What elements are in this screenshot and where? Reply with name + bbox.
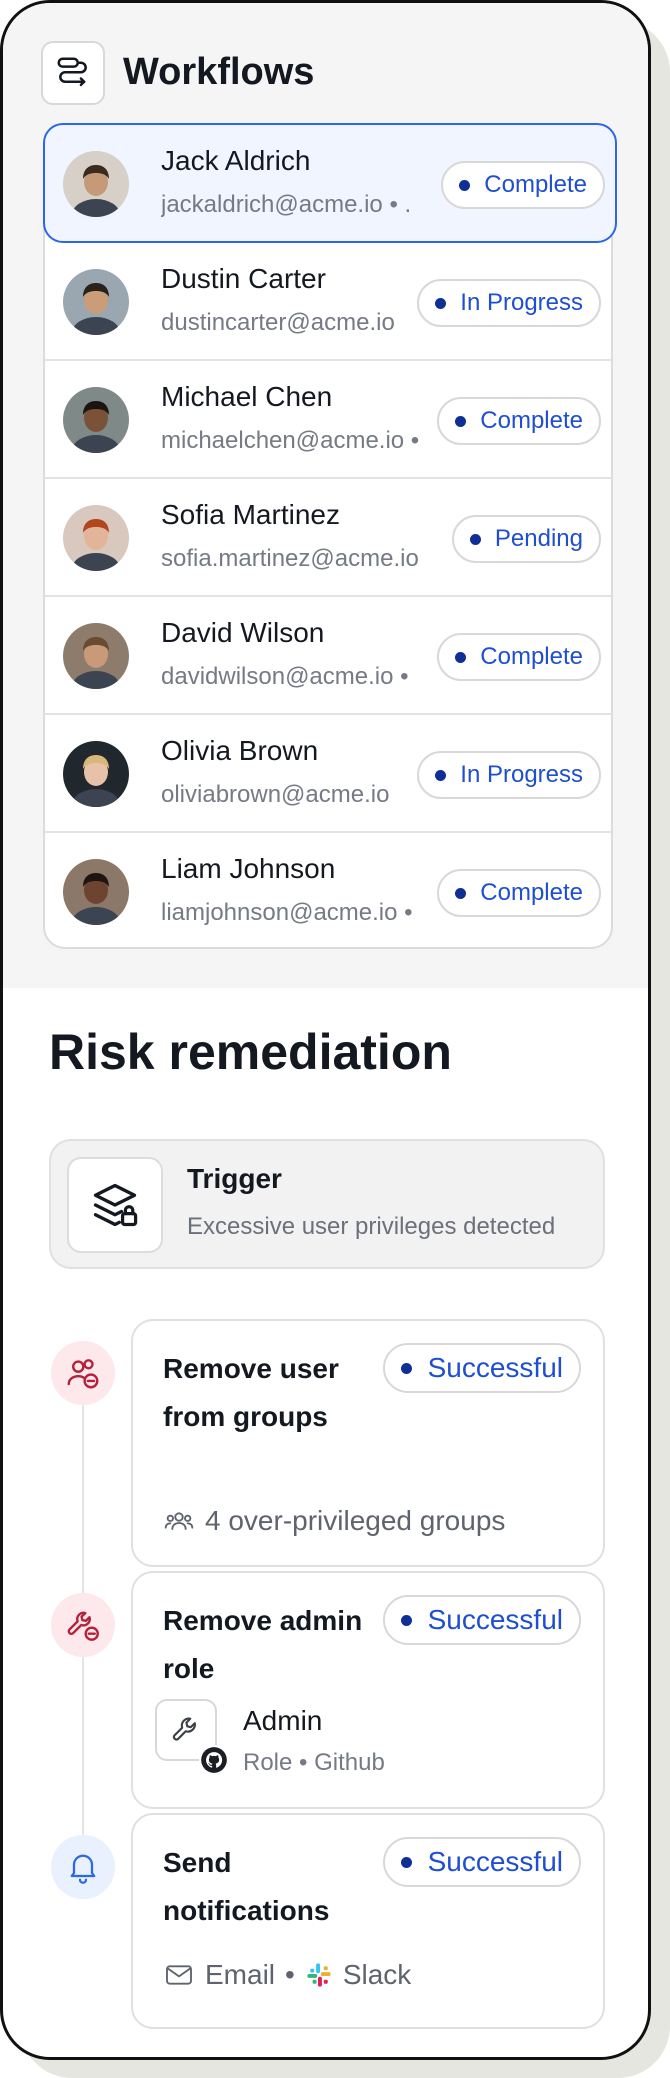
step-title: Remove user from groups: [163, 1353, 339, 1432]
status-text: Complete: [480, 407, 583, 434]
user-email: oliviabrown@acme.io: [161, 781, 390, 808]
avatar: [63, 623, 129, 689]
users-icon: [164, 1512, 194, 1530]
user-name: Olivia Brown: [161, 735, 319, 766]
remove-role-icon: [51, 1593, 115, 1657]
status-dot: [469, 533, 481, 545]
user-email: michaelchen@acme.io •: [161, 427, 420, 454]
status-badge: Successful: [382, 1343, 581, 1393]
app-frame: Workflows Jack Aldrich jackaldrich@acme.i…: [0, 0, 651, 2060]
trigger-title: Trigger: [187, 1163, 282, 1194]
bell-icon: [51, 1835, 115, 1899]
user-email: dustincarter@acme.io: [161, 309, 395, 336]
workflow-row[interactable]: Liam Johnson liamjohnson@acme.io • Complet…: [45, 833, 611, 951]
page-title: Workflows: [123, 51, 315, 93]
status-text: Complete: [480, 643, 583, 670]
workflow-row[interactable]: Olivia Brown oliviabrown@acme.io In Progre…: [45, 715, 611, 833]
status-badge: Complete: [441, 161, 605, 209]
status-text: Complete: [484, 171, 587, 198]
status-badge: Complete: [437, 397, 601, 445]
step-title: Remove admin role: [163, 1605, 363, 1684]
status-dot: [459, 179, 471, 191]
status-text: Successful: [427, 1846, 563, 1877]
workflows-section: Workflows Jack Aldrich jackaldrich@acme.i…: [3, 3, 648, 988]
workflow-row[interactable]: David Wilson davidwilson@acme.io • Complet…: [45, 597, 611, 715]
workflow-row[interactable]: Jack Aldrich jackaldrich@acme.io • . Compl…: [43, 123, 617, 243]
avatar: [63, 505, 129, 571]
status-badge: Pending: [451, 515, 601, 563]
avatar: [63, 151, 129, 217]
email-icon: [166, 1965, 192, 1985]
risk-title: Risk remediation: [49, 1024, 452, 1080]
user-name: Sofia Martinez: [161, 499, 340, 530]
groups-meta: 4 over-privileged groups: [163, 1505, 505, 1537]
user-name: Dustin Carter: [161, 263, 326, 294]
status-badge: Successful: [382, 1837, 581, 1887]
user-email: liamjohnson@acme.io •: [161, 899, 413, 926]
slack-icon: [307, 1963, 331, 1987]
status-text: Successful: [427, 1352, 563, 1383]
status-badge: Complete: [437, 869, 601, 917]
github-icon: [199, 1745, 229, 1775]
workflow-icon: [41, 41, 105, 105]
layers-lock-icon: [67, 1157, 163, 1253]
workflow-row[interactable]: Michael Chen michaelchen@acme.io • Complet…: [45, 361, 611, 479]
user-email: sofia.martinez@acme.io: [161, 545, 419, 572]
status-text: In Progress: [460, 761, 583, 788]
status-dot: [455, 651, 467, 663]
role-subtitle: Role • Github: [243, 1749, 385, 1776]
user-email: davidwilson@acme.io •: [161, 663, 409, 690]
user-name: David Wilson: [161, 617, 325, 648]
step-title: Send notifications: [163, 1847, 330, 1926]
workflow-row[interactable]: Dustin Carter dustincarter@acme.io In Prog…: [45, 243, 611, 361]
groups-count: 4 over-privileged groups: [205, 1505, 506, 1536]
status-dot: [400, 1856, 412, 1868]
status-dot: [455, 887, 467, 899]
trigger-card[interactable]: Trigger Excessive user privileges detect…: [49, 1139, 605, 1269]
role-name: Admin: [243, 1705, 323, 1736]
user-name: Michael Chen: [161, 381, 333, 412]
user-name: Liam Johnson: [161, 853, 336, 884]
remove-users-icon: [51, 1341, 115, 1405]
workflow-row[interactable]: Sofia Martinez sofia.martinez@acme.io Pend…: [45, 479, 611, 597]
step-remove-admin[interactable]: Remove admin role Successful Admin Role …: [131, 1571, 605, 1809]
status-badge: In Progress: [417, 279, 601, 327]
status-badge: Successful: [382, 1595, 581, 1645]
status-text: Pending: [494, 525, 583, 552]
channels-meta: Email • Slack: [163, 1959, 411, 1991]
status-text: Complete: [480, 879, 583, 906]
trigger-subtitle: Excessive user privileges detected: [187, 1213, 556, 1240]
status-badge: Complete: [437, 633, 601, 681]
status-dot: [435, 769, 447, 781]
user-name: Jack Aldrich: [161, 145, 311, 176]
avatar: [63, 387, 129, 453]
status-dot: [400, 1362, 412, 1374]
status-text: In Progress: [460, 289, 583, 316]
status-dot: [400, 1614, 412, 1626]
status-badge: In Progress: [417, 751, 601, 799]
separator: •: [285, 1959, 295, 1990]
step-remove-groups[interactable]: Remove user from groups Successful 4 ove…: [131, 1319, 605, 1567]
avatar: [63, 859, 129, 925]
email-label: Email: [205, 1959, 276, 1990]
step-send-notifications[interactable]: Send notifications Successful Email • Sl…: [131, 1813, 605, 2029]
slack-label: Slack: [342, 1959, 412, 1990]
status-dot: [435, 297, 447, 309]
status-dot: [455, 415, 467, 427]
user-email: jackaldrich@acme.io • .: [161, 191, 412, 218]
avatar: [63, 269, 129, 335]
workflow-list: Jack Aldrich jackaldrich@acme.io • . Compl…: [43, 123, 617, 951]
avatar: [63, 741, 129, 807]
status-text: Successful: [427, 1604, 563, 1635]
